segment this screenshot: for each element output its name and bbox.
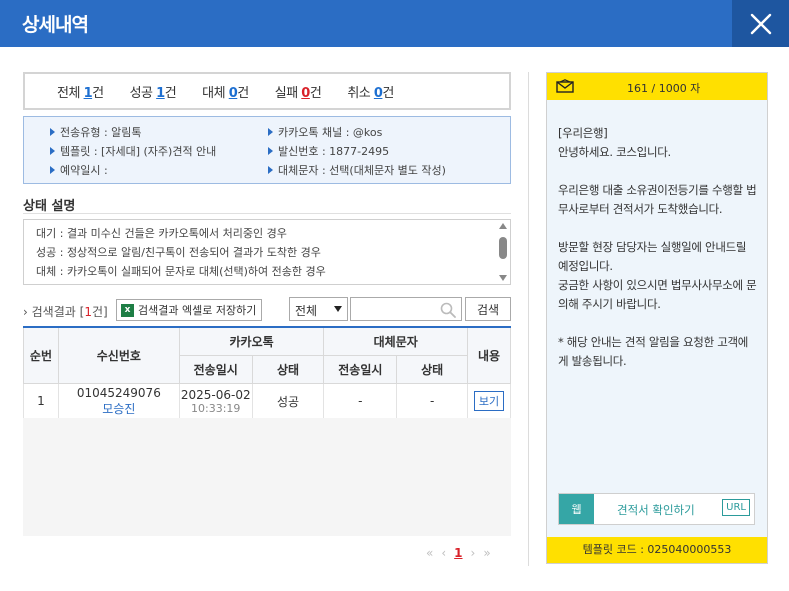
- count-cancel[interactable]: 취소 0건: [347, 82, 394, 101]
- status-description-box[interactable]: 대기 : 결과 미수신 건들은 카카오톡에서 처리중인 경우 성공 : 정상적으…: [23, 219, 511, 285]
- table-empty-area: [23, 418, 511, 536]
- count-total[interactable]: 전체 1건: [57, 82, 104, 101]
- last-page-icon[interactable]: »: [483, 546, 490, 560]
- scroll-down-icon[interactable]: [499, 275, 507, 281]
- col-header-alt-state: 상태: [396, 354, 469, 384]
- search-button[interactable]: 검색: [465, 297, 511, 321]
- title-bar: 상세내역: [0, 0, 789, 47]
- url-badge[interactable]: URL: [722, 499, 750, 516]
- envelope-icon: [556, 79, 574, 93]
- count-summary: 전체 1건 성공 1건 대체 0건 실패 0건 취소 0건: [23, 72, 511, 110]
- cell-sent-at: 2025-06-02 10:33:19: [178, 382, 253, 420]
- status-filter-select[interactable]: 전체: [289, 297, 348, 321]
- preview-button-text: 견적서 확인하기: [617, 503, 695, 517]
- search-result-label: › 검색결과 [1건]: [23, 305, 108, 319]
- col-header-content: 내용: [467, 326, 511, 384]
- chevron-down-icon: [334, 306, 342, 312]
- scrollbar[interactable]: [498, 223, 508, 283]
- bullet-triangle-icon: [50, 128, 55, 136]
- col-header-alt: 대체문자: [323, 326, 469, 356]
- sent-time: 10:33:19: [191, 401, 241, 415]
- close-icon: [750, 13, 771, 34]
- receiver-name: 모승진: [102, 401, 136, 416]
- excel-icon: x: [121, 303, 134, 317]
- cell-alt-sent-at: -: [323, 382, 398, 420]
- web-label: 웹: [559, 494, 594, 524]
- next-page-icon[interactable]: ›: [471, 546, 476, 560]
- status-line-wait: 대기 : 결과 미수신 건들은 카카오톡에서 처리중인 경우: [36, 227, 287, 240]
- col-header-sent-at: 전송일시: [178, 354, 253, 384]
- col-header-alt-sent-at: 전송일시: [323, 354, 398, 384]
- template-code: 템플릿 코드 : 025040000553: [547, 537, 767, 563]
- count-substitute[interactable]: 대체 0건: [202, 82, 249, 101]
- col-header-no: 순번: [23, 326, 59, 384]
- close-button[interactable]: [732, 0, 789, 47]
- view-button[interactable]: 보기: [473, 391, 505, 411]
- bullet-triangle-icon: [268, 147, 273, 155]
- preview-header: 161 / 1000 자: [547, 73, 767, 100]
- preview-message-body: [우리은행] 안녕하세요. 코스입니다. 우리은행 대출 소유권이전등기를 수행…: [558, 126, 757, 368]
- bullet-triangle-icon: [268, 128, 273, 136]
- sent-date: 2025-06-02: [180, 387, 251, 402]
- preview-link-button[interactable]: 웹 견적서 확인하기 URL: [558, 493, 755, 525]
- prev-page-icon[interactable]: ‹: [441, 546, 446, 560]
- message-preview: 161 / 1000 자 [우리은행] 안녕하세요. 코스입니다. 우리은행 대…: [546, 72, 768, 564]
- chevron-right-icon: ›: [23, 305, 28, 319]
- pagination: « ‹ 1 › »: [426, 546, 491, 560]
- scroll-up-icon[interactable]: [499, 223, 507, 229]
- vertical-divider: [528, 72, 529, 566]
- info-send-type: 전송유형 : 알림톡: [50, 123, 216, 142]
- cell-alt-state: -: [396, 382, 469, 420]
- col-header-receiver: 수신번호: [57, 326, 180, 384]
- info-sender-number: 발신번호 : 1877-2495: [268, 142, 446, 161]
- cell-state: 성공: [251, 382, 325, 420]
- search-bar: › 검색결과 [1건] x 검색결과 엑셀로 저장하기 전체 검색: [23, 297, 511, 323]
- cell-receiver: 01045249076 모승진: [57, 382, 180, 420]
- bullet-triangle-icon: [50, 166, 55, 174]
- count-fail[interactable]: 실패 0건: [275, 82, 322, 101]
- table-row: 1 01045249076 모승진 2025-06-02 10:33:19 성공…: [23, 382, 511, 420]
- send-info-box: 전송유형 : 알림톡 템플릿 : [자세대] (자주)견적 안내 예약일시 : …: [23, 116, 511, 184]
- bullet-triangle-icon: [50, 147, 55, 155]
- window-title: 상세내역: [22, 14, 89, 36]
- first-page-icon[interactable]: «: [426, 546, 433, 560]
- info-kakao-channel: 카카오톡 채널 : @kos: [268, 123, 446, 142]
- cell-no: 1: [23, 382, 59, 420]
- info-alt-message: 대체문자 : 선택(대체문자 별도 작성): [268, 161, 446, 180]
- scroll-thumb[interactable]: [499, 237, 507, 259]
- status-line-success: 성공 : 정상적으로 알림/친구톡이 전송되어 결과가 도착한 경우: [36, 246, 321, 259]
- search-icon: [440, 302, 456, 318]
- info-template: 템플릿 : [자세대] (자주)견적 안내: [50, 142, 216, 161]
- col-header-state: 상태: [251, 354, 325, 384]
- count-success[interactable]: 성공 1건: [130, 82, 177, 101]
- search-input[interactable]: [350, 297, 462, 321]
- cell-content: 보기: [467, 382, 511, 420]
- bullet-triangle-icon: [268, 166, 273, 174]
- divider: [23, 213, 511, 214]
- status-line-substitute: 대체 : 카카오톡이 실패되어 문자로 대체(선택)하여 전송한 경우: [36, 265, 326, 278]
- status-section-title: 상태 설명: [23, 199, 76, 214]
- char-counter: 161 / 1000 자: [627, 82, 701, 95]
- receiver-phone: 01045249076: [76, 385, 161, 400]
- info-reserved-time: 예약일시 :: [50, 161, 216, 180]
- excel-export-button[interactable]: x 검색결과 엑셀로 저장하기: [116, 299, 263, 321]
- page-number-current[interactable]: 1: [454, 546, 462, 560]
- results-table: 순번 수신번호 카카오톡 대체문자 내용 전송일시 상태 전송일시 상태 1 0…: [23, 326, 511, 420]
- col-header-kakao: 카카오톡: [178, 326, 325, 356]
